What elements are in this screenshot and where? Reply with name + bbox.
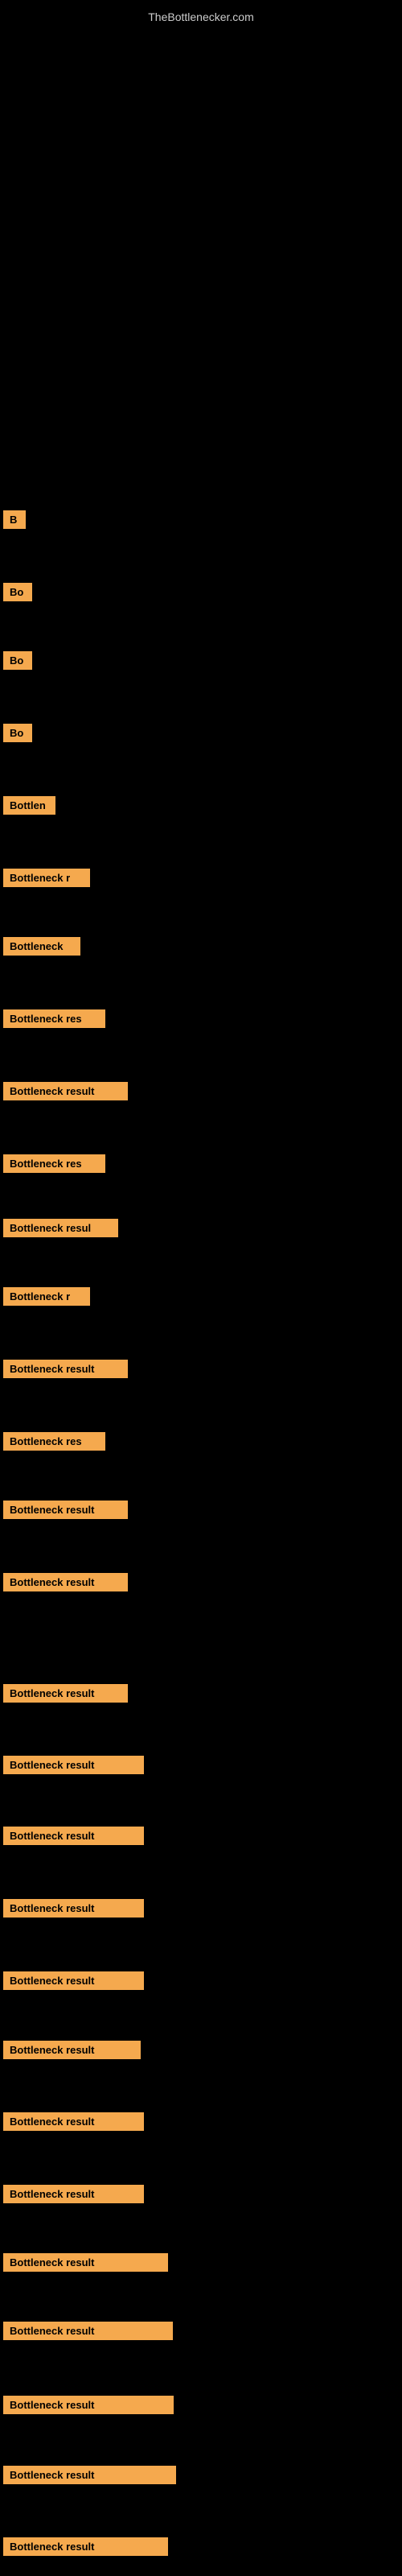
bottleneck-row-4: Bo [0,720,32,745]
bottleneck-row-15: Bottleneck result [0,1497,128,1522]
bottleneck-row-29: Bottleneck result [0,2534,168,2559]
bottleneck-row-28: Bottleneck result [0,2462,176,2487]
bottleneck-row-7: Bottleneck [0,934,80,959]
bottleneck-row-13: Bottleneck result [0,1356,128,1381]
bottleneck-row-16: Bottleneck result [0,1570,128,1595]
bottleneck-label-4: Bo [3,724,32,742]
bottleneck-label-21: Bottleneck result [3,1971,144,1990]
bottleneck-row-27: Bottleneck result [0,2392,174,2417]
bottleneck-row-6: Bottleneck r [0,865,90,890]
bottleneck-label-1: B [3,510,26,529]
bottleneck-row-12: Bottleneck r [0,1284,90,1309]
bottleneck-label-15: Bottleneck result [3,1501,128,1519]
bottleneck-row-18: Bottleneck result [0,1752,144,1777]
bottleneck-label-24: Bottleneck result [3,2185,144,2203]
bottleneck-row-17: Bottleneck result [0,1681,128,1706]
bottleneck-row-8: Bottleneck res [0,1006,105,1031]
bottleneck-row-23: Bottleneck result [0,2109,144,2134]
bottleneck-label-9: Bottleneck result [3,1082,128,1100]
bottleneck-label-13: Bottleneck result [3,1360,128,1378]
bottleneck-label-27: Bottleneck result [3,2396,174,2414]
bottleneck-label-16: Bottleneck result [3,1573,128,1591]
bottleneck-label-22: Bottleneck result [3,2041,141,2059]
bottleneck-label-17: Bottleneck result [3,1684,128,1703]
bottleneck-label-14: Bottleneck res [3,1432,105,1451]
bottleneck-label-3: Bo [3,651,32,670]
bottleneck-row-21: Bottleneck result [0,1968,144,1993]
bottleneck-row-11: Bottleneck resul [0,1216,118,1241]
bottleneck-label-26: Bottleneck result [3,2322,173,2340]
bottleneck-label-12: Bottleneck r [3,1287,90,1306]
bottleneck-row-26: Bottleneck result [0,2318,173,2343]
bottleneck-label-19: Bottleneck result [3,1827,144,1845]
bottleneck-label-28: Bottleneck result [3,2466,176,2484]
bottleneck-label-6: Bottleneck r [3,869,90,887]
bottleneck-row-9: Bottleneck result [0,1079,128,1104]
site-title: TheBottlenecker.com [0,4,402,30]
bottleneck-label-2: Bo [3,583,32,601]
bottleneck-label-29: Bottleneck result [3,2537,168,2556]
bottleneck-label-5: Bottlen [3,796,55,815]
bottleneck-label-20: Bottleneck result [3,1899,144,1918]
bottleneck-row-3: Bo [0,648,32,673]
bottleneck-row-10: Bottleneck res [0,1151,105,1176]
bottleneck-label-8: Bottleneck res [3,1009,105,1028]
bottleneck-label-7: Bottleneck [3,937,80,956]
bottleneck-row-22: Bottleneck result [0,2037,141,2062]
bottleneck-row-2: Bo [0,580,32,605]
bottleneck-row-5: Bottlen [0,793,55,818]
bottleneck-label-10: Bottleneck res [3,1154,105,1173]
bottleneck-row-25: Bottleneck result [0,2250,168,2275]
bottleneck-label-11: Bottleneck resul [3,1219,118,1237]
bottleneck-label-23: Bottleneck result [3,2112,144,2131]
bottleneck-label-25: Bottleneck result [3,2253,168,2272]
bottleneck-row-24: Bottleneck result [0,2182,144,2207]
bottleneck-row-20: Bottleneck result [0,1896,144,1921]
bottleneck-label-18: Bottleneck result [3,1756,144,1774]
bottleneck-row-14: Bottleneck res [0,1429,105,1454]
bottleneck-row-19: Bottleneck result [0,1823,144,1848]
bottleneck-row-1: B [0,507,26,532]
